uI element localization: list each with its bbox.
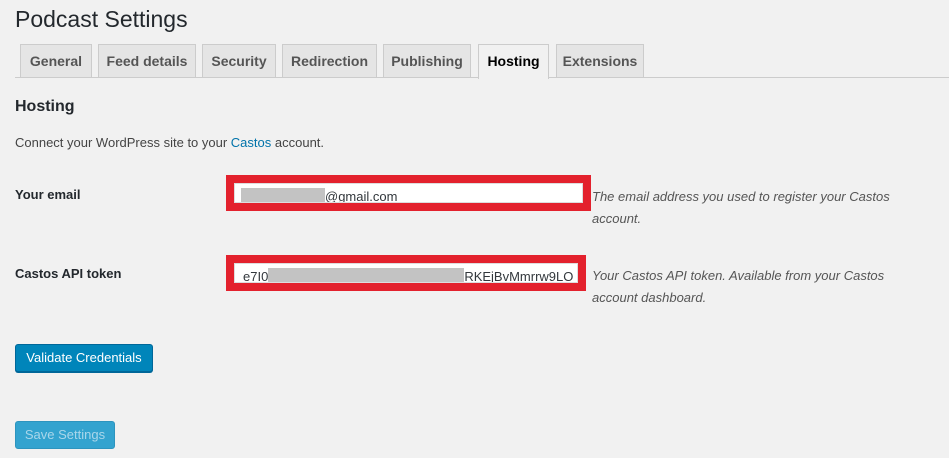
tab-redirection[interactable]: Redirection [282,44,377,77]
api-token-field[interactable]: e7I0 RKEjBvMmrrw9LO [234,263,578,283]
redacted-email-user [241,188,325,202]
section-title: Hosting [15,98,75,115]
settings-page: Podcast Settings General Feed details Se… [0,0,949,458]
api-token-prefix: e7I0 [243,269,269,283]
api-token-suffix: RKEjBvMmrrw9LO [464,269,574,283]
validate-credentials-button[interactable]: Validate Credentials [15,344,153,372]
email-value: @gmail.com [325,189,398,203]
intro-text-end: account. [271,135,325,150]
email-description: The email address you used to register y… [592,189,890,226]
email-label: Your email [15,187,81,202]
save-settings-button[interactable]: Save Settings [15,421,115,449]
api-token-highlight: e7I0 RKEjBvMmrrw9LO [226,255,586,291]
email-highlight: @gmail.com [226,175,591,211]
tab-general[interactable]: General [20,44,92,77]
api-token-description-wrap: Your Castos API token. Available from yo… [592,265,932,309]
tab-publishing[interactable]: Publishing [383,44,471,77]
tab-hosting[interactable]: Hosting [478,44,549,79]
email-description-line1: The email address you used to register y… [592,186,922,230]
intro-text: Connect your WordPress site to your Cast… [15,134,324,152]
redacted-api-token [268,268,465,282]
email-field[interactable]: @gmail.com [234,183,583,203]
api-token-label: Castos API token [15,266,122,281]
tab-extensions[interactable]: Extensions [556,44,644,77]
settings-tabs: General Feed details Security Redirectio… [0,44,949,79]
castos-link[interactable]: Castos [231,135,271,150]
api-token-description: Your Castos API token. Available from yo… [592,268,885,305]
tab-security[interactable]: Security [202,44,276,77]
intro-text-start: Connect your WordPress site to your [15,135,231,150]
page-title: Podcast Settings [15,6,188,32]
tab-feed-details[interactable]: Feed details [98,44,196,77]
